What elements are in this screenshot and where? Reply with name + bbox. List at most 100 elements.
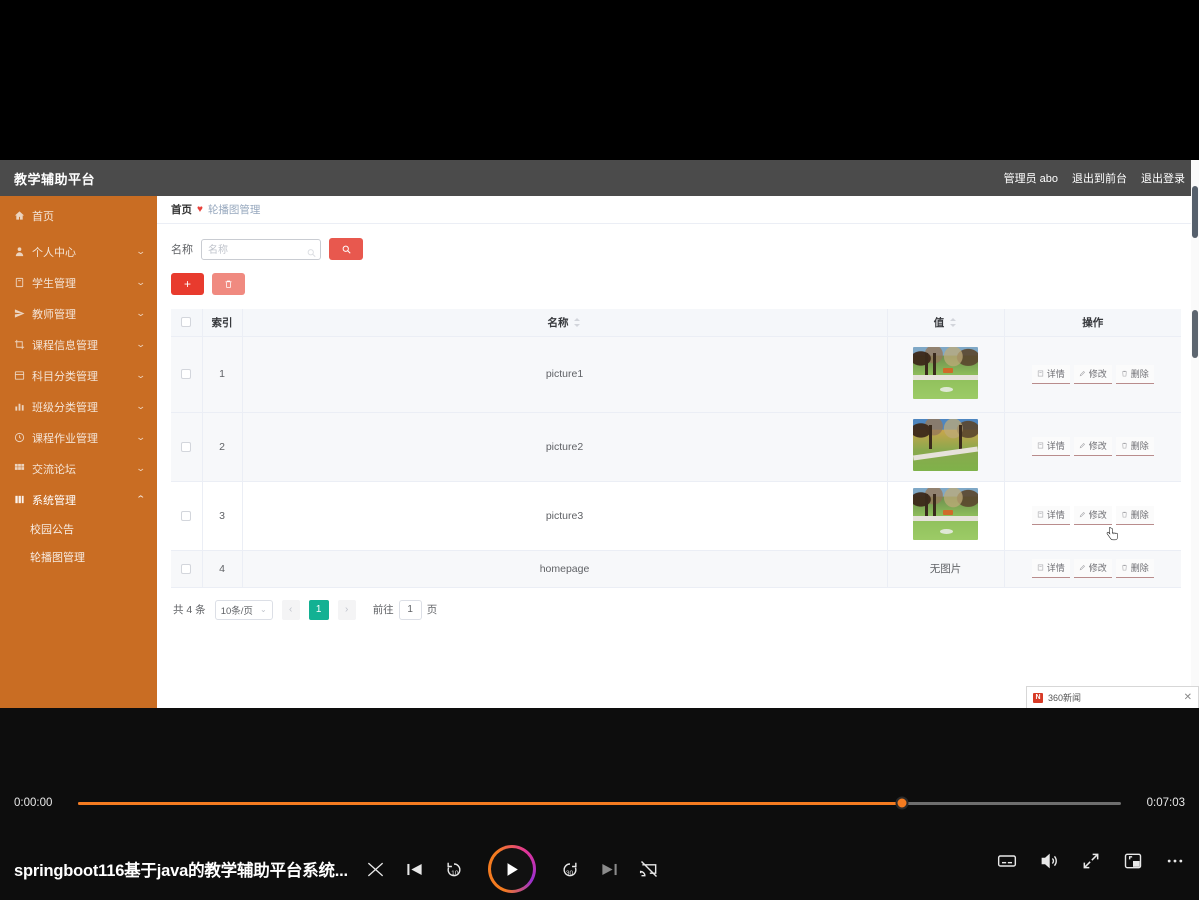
sidebar-item-teacher-mgmt[interactable]: 教师管理 ⌄ (0, 298, 157, 329)
pagination-jump-suffix: 页 (426, 604, 438, 616)
row-ops: 详情 修改 删除 (1004, 550, 1181, 588)
pagination-prev-button[interactable]: ‹ (281, 599, 300, 620)
fullscreen-icon[interactable] (1081, 851, 1101, 871)
search-button[interactable] (329, 238, 363, 260)
delete-button[interactable]: 删除 (1115, 506, 1154, 525)
topbar-logout[interactable]: 退出登录 (1141, 170, 1185, 186)
row-checkbox[interactable] (181, 510, 192, 521)
book-icon (14, 277, 25, 288)
cast-off-icon[interactable] (639, 859, 659, 879)
edit-button[interactable]: 修改 (1073, 506, 1112, 525)
delete-button[interactable]: 删除 (1115, 559, 1154, 578)
pagination-next-button[interactable]: › (337, 599, 356, 620)
delete-button-label: 删除 (1130, 368, 1149, 379)
sidebar-item-class-category-mgmt[interactable]: 班级分类管理 ⌄ (0, 391, 157, 422)
sort-icon[interactable] (574, 317, 581, 328)
pagination-page-1[interactable]: 1 (308, 599, 329, 620)
edit-button[interactable]: 修改 (1073, 437, 1112, 456)
add-button[interactable]: + (171, 273, 204, 295)
detail-button-label: 详情 (1046, 368, 1065, 379)
sidebar-item-forum[interactable]: 交流论坛 ⌄ (0, 453, 157, 484)
edit-button[interactable]: 修改 (1073, 559, 1112, 578)
rewind-10-icon[interactable]: 10 (444, 859, 464, 879)
row-value-image[interactable] (887, 336, 1005, 413)
row-index: 1 (202, 336, 243, 413)
progress-bar-handle[interactable] (895, 796, 909, 810)
sort-icon[interactable] (950, 317, 957, 328)
row-ops: 详情 修改 删除 (1004, 481, 1181, 551)
app-scrollbar-track[interactable] (1191, 160, 1199, 708)
page-size-select[interactable]: 10条/页 ⌄ (214, 599, 273, 620)
app-scrollbar-thumb[interactable] (1192, 186, 1198, 238)
row-checkbox-cell (171, 550, 203, 588)
row-checkbox[interactable] (181, 369, 192, 380)
table-body: 1 picture1 详情 修改 删除 2 picture2 详情 修改 删除 … (171, 336, 1181, 588)
table-row[interactable]: 2 picture2 详情 修改 删除 (171, 412, 1181, 482)
previous-icon[interactable] (405, 860, 424, 879)
delete-button-label: 删除 (1130, 510, 1149, 520)
app-scrollbar-thumb-secondary[interactable] (1192, 310, 1198, 358)
sidebar-item-course-info-mgmt[interactable]: 课程信息管理 ⌄ (0, 329, 157, 360)
breadcrumb-home[interactable]: 首页 (171, 202, 192, 217)
row-value-image[interactable] (887, 412, 1005, 482)
web-app-viewport: 教学辅助平台 管理员 abo 退出到前台 退出登录 首页 个人中心 ⌄ 学生管理… (0, 160, 1199, 708)
detail-button[interactable]: 详情 (1031, 364, 1070, 384)
delete-button-label: 删除 (1130, 441, 1149, 451)
grid-icon (14, 463, 25, 474)
row-value-image[interactable] (887, 481, 1005, 551)
search-input-wrapper[interactable] (201, 238, 321, 260)
next-icon[interactable] (600, 860, 619, 879)
sidebar-item-subject-category-mgmt[interactable]: 科目分类管理 ⌄ (0, 360, 157, 391)
progress-bar-track[interactable] (78, 796, 1121, 810)
more-icon[interactable] (1165, 851, 1185, 871)
row-checkbox[interactable] (181, 563, 192, 574)
edit-button[interactable]: 修改 (1073, 364, 1112, 384)
sidebar-item-home[interactable]: 首页 (0, 200, 157, 231)
chevron-down-icon: ⌄ (136, 401, 147, 411)
row-checkbox-cell (171, 412, 203, 482)
batch-delete-button[interactable] (212, 273, 245, 295)
detail-button[interactable]: 详情 (1031, 506, 1070, 525)
close-icon[interactable]: ✕ (1184, 692, 1192, 703)
detail-button[interactable]: 详情 (1031, 437, 1070, 456)
row-checkbox[interactable] (181, 441, 192, 452)
pagination-jump-input[interactable] (398, 599, 422, 620)
crop-icon (14, 339, 25, 350)
sidebar-subitem-campus-notice[interactable]: 校园公告 (0, 515, 157, 543)
carousel-thumbnail[interactable] (913, 419, 978, 471)
video-player-controls: 0:00:00 0:07:03 springboot116基于java的教学辅助… (0, 708, 1199, 900)
sidebar-item-course-homework-mgmt[interactable]: 课程作业管理 ⌄ (0, 422, 157, 453)
subtitles-icon[interactable] (997, 851, 1017, 871)
table-row[interactable]: 1 picture1 详情 修改 删除 (171, 336, 1181, 413)
select-all-checkbox[interactable] (181, 317, 192, 328)
table-row[interactable]: 4 homepage 无图片 详情 修改 删除 (171, 550, 1181, 588)
sidebar-item-personal-center[interactable]: 个人中心 ⌄ (0, 236, 157, 267)
duration: 0:07:03 (1146, 797, 1185, 809)
pagination: 共 4 条 10条/页 ⌄ ‹ 1 › 前往 页 (171, 588, 1185, 620)
table-header-name[interactable]: 名称 (242, 309, 888, 337)
sidebar-label-forum: 交流论坛 (32, 463, 76, 476)
detail-button[interactable]: 详情 (1031, 559, 1070, 578)
svg-text:30: 30 (566, 870, 574, 877)
carousel-thumbnail[interactable] (913, 488, 978, 540)
shuffle-icon[interactable] (366, 860, 385, 879)
table-header-row: 索引 名称 值 操作 (171, 309, 1181, 337)
miniplayer-icon[interactable] (1123, 851, 1143, 871)
carousel-thumbnail[interactable] (913, 346, 978, 399)
row-index: 2 (202, 412, 243, 482)
search-input[interactable] (202, 240, 320, 260)
sidebar-subitem-carousel-mgmt[interactable]: 轮播图管理 (0, 543, 157, 571)
sidebar-item-system-mgmt[interactable]: 系统管理 ⌃ (0, 484, 157, 515)
play-button[interactable] (487, 845, 536, 893)
volume-icon[interactable] (1039, 851, 1059, 871)
table-header-value[interactable]: 值 (887, 309, 1005, 337)
sidebar-label-class-category-mgmt: 班级分类管理 (32, 401, 98, 414)
row-value-text: 无图片 (887, 550, 1005, 588)
delete-button[interactable]: 删除 (1115, 437, 1154, 456)
news-popup[interactable]: N 360新闻 ✕ (1026, 686, 1199, 708)
forward-30-icon[interactable]: 30 (560, 859, 580, 879)
topbar-exit-to-front[interactable]: 退出到前台 (1072, 170, 1127, 186)
sidebar-item-student-mgmt[interactable]: 学生管理 ⌄ (0, 267, 157, 298)
table-row[interactable]: 3 picture3 详情 修改 删除 (171, 481, 1181, 551)
delete-button[interactable]: 删除 (1115, 364, 1154, 384)
